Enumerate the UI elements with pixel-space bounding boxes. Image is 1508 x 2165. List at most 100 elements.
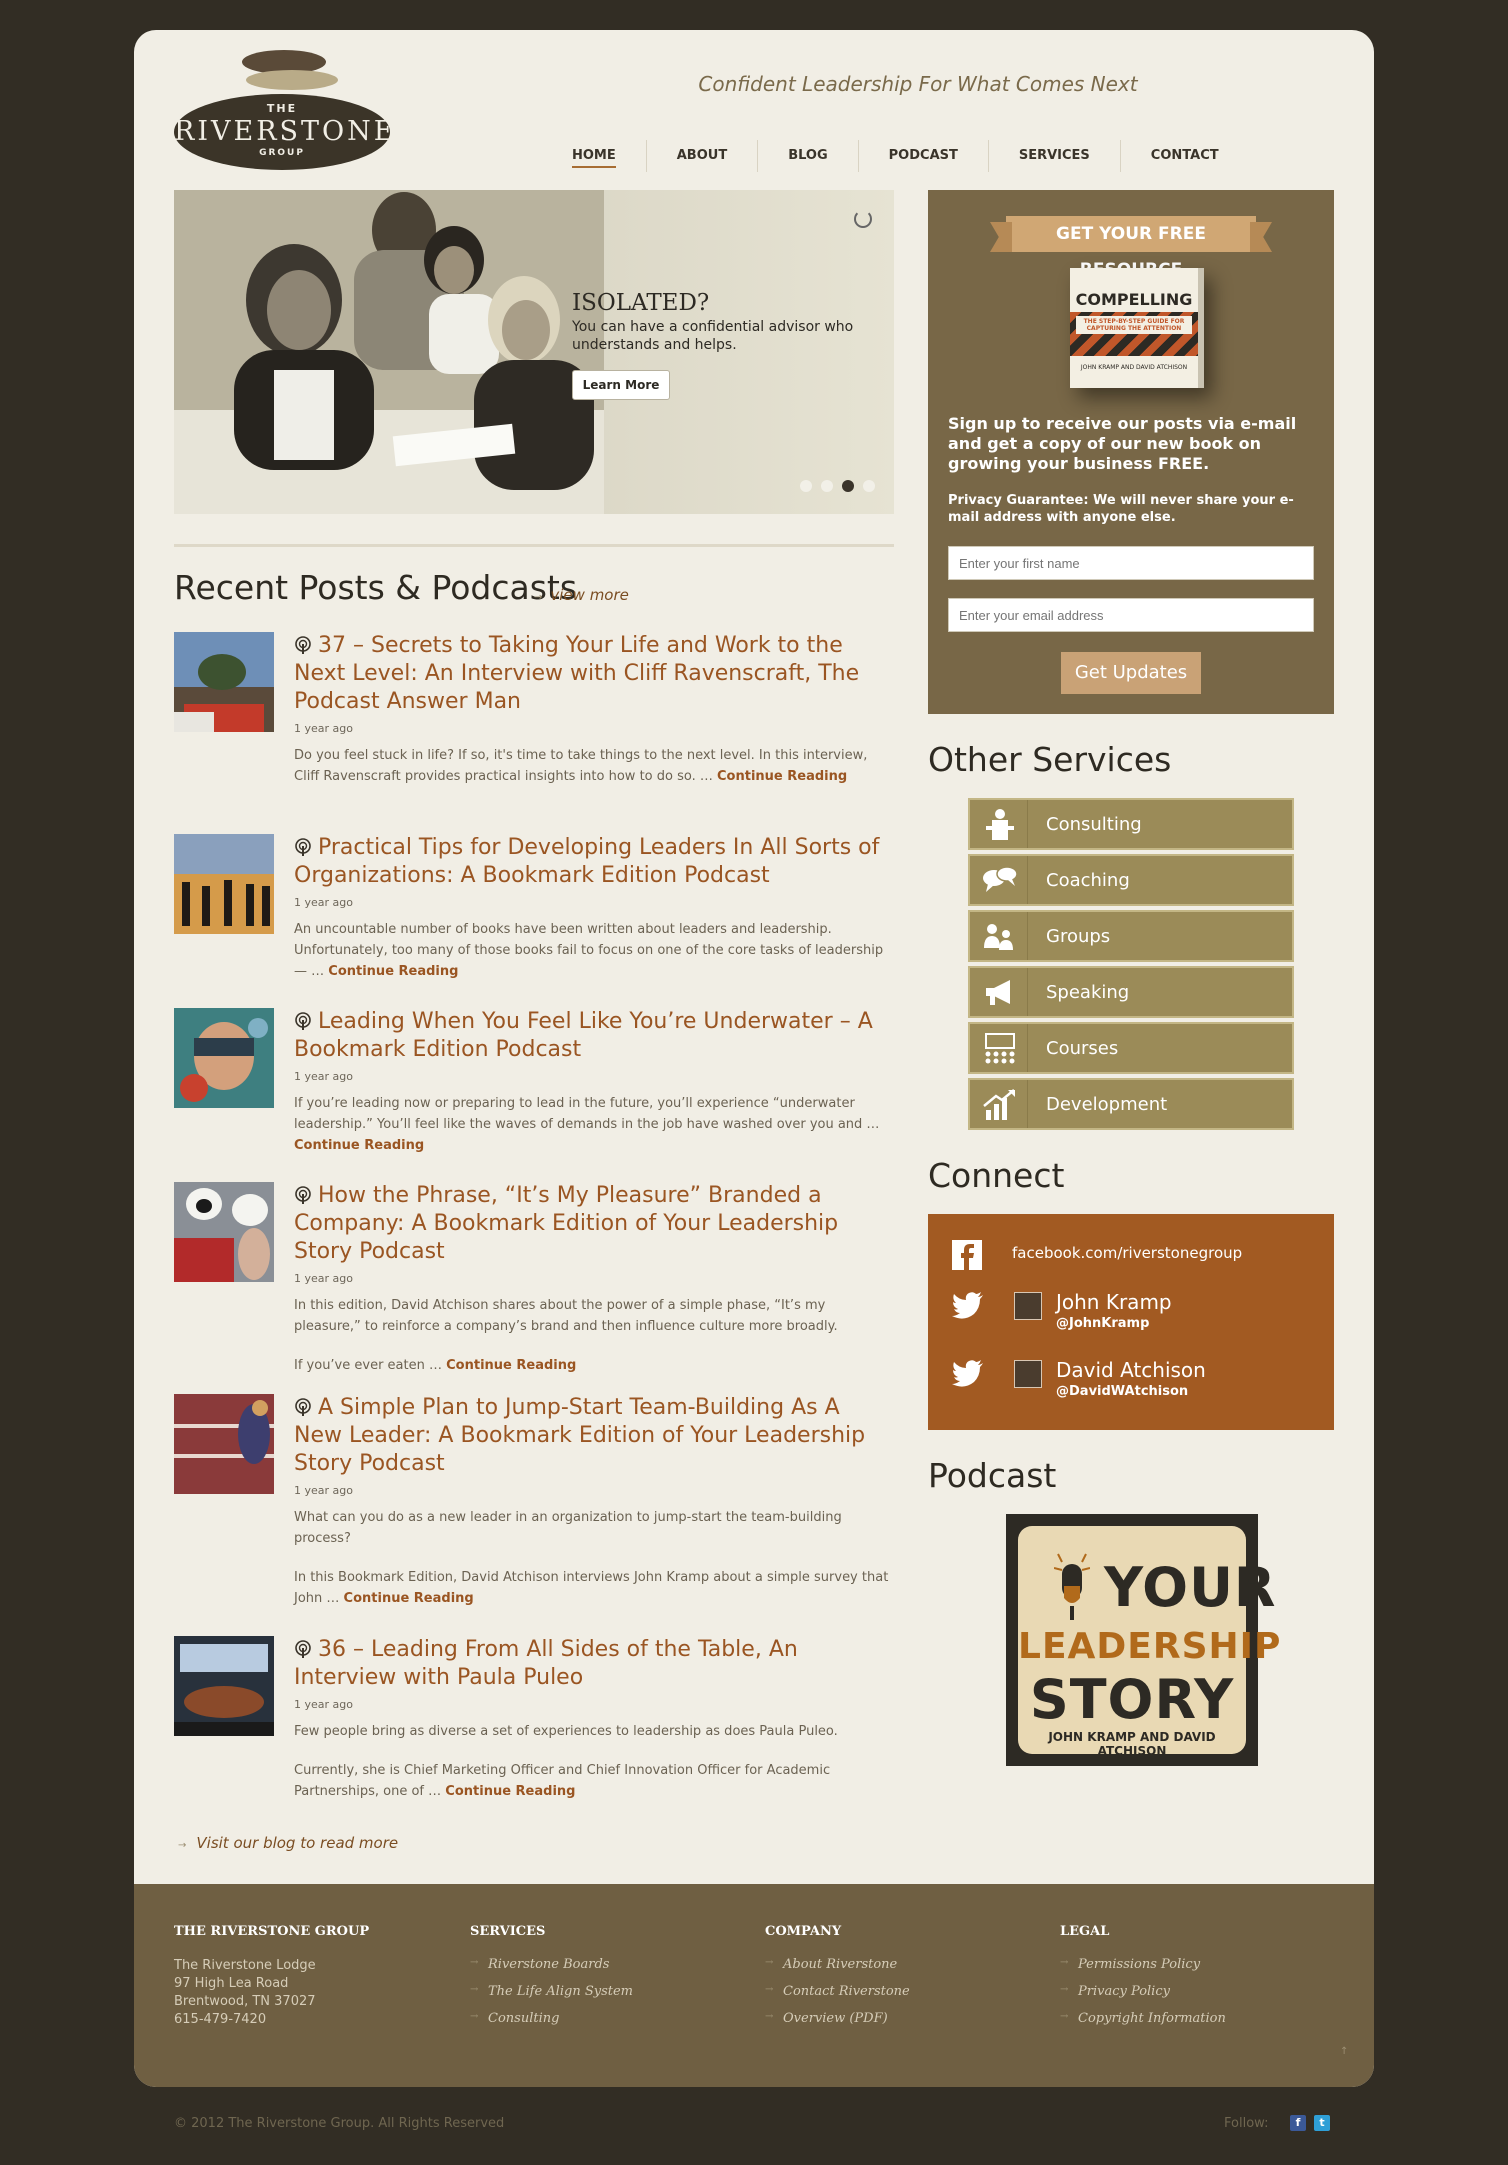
footer-col-company-info: THE RIVERSTONE GROUP The Riverstone Lodg… xyxy=(174,1924,424,2029)
nav-services[interactable]: SERVICES xyxy=(987,140,1120,172)
hero-title: ISOLATED? xyxy=(572,290,710,316)
book-title: COMPELLING xyxy=(1075,290,1193,309)
podcast-cover[interactable]: YOUR LEADERSHIP STORY JOHN KRAMP AND DAV… xyxy=(1006,1514,1280,1766)
facebook-icon[interactable] xyxy=(952,1240,982,1270)
post-excerpt: Do you feel stuck in life? If so, it's t… xyxy=(294,748,868,784)
slider-dot-active[interactable] xyxy=(842,480,854,492)
avatar xyxy=(1014,1292,1042,1320)
post-title[interactable]: 37 – Secrets to Taking Your Life and Wor… xyxy=(294,632,894,716)
riverstone-logo[interactable]: THE RIVERSTONE GROUP xyxy=(174,44,394,170)
service-label: Development xyxy=(1046,1093,1168,1115)
service-label: Courses xyxy=(1046,1037,1119,1059)
growth-chart-icon xyxy=(980,1080,1028,1128)
facebook-icon[interactable]: f xyxy=(1290,2115,1306,2131)
continue-reading-link[interactable]: Continue Reading xyxy=(294,1138,424,1153)
microphone-icon xyxy=(1053,1550,1091,1624)
first-name-field[interactable] xyxy=(948,546,1314,580)
post-thumbnail[interactable] xyxy=(174,1636,274,1736)
footer-link[interactable]: Copyright Information xyxy=(1060,2011,1310,2026)
podcast-title-line1: YOUR xyxy=(1104,1556,1277,1619)
continue-reading-link[interactable]: Continue Reading xyxy=(328,964,458,979)
nav-podcast[interactable]: PODCAST xyxy=(857,140,988,172)
email-field[interactable] xyxy=(948,598,1314,632)
continue-reading-link[interactable]: Continue Reading xyxy=(717,769,847,784)
post-excerpt: If you’re leading now or preparing to le… xyxy=(294,1096,880,1153)
twitter-icon[interactable]: t xyxy=(1314,2115,1330,2131)
view-more-link[interactable]: → view more xyxy=(534,586,629,604)
service-groups[interactable]: Groups xyxy=(968,910,1294,962)
facebook-link[interactable]: facebook.com/riverstonegroup xyxy=(1012,1244,1242,1262)
post-thumbnail[interactable] xyxy=(174,1394,274,1494)
hero-photo xyxy=(174,190,604,514)
twitter-icon[interactable] xyxy=(952,1292,984,1320)
footer-address-line: Brentwood, TN 37027 xyxy=(174,1994,316,2009)
avatar xyxy=(1014,1360,1042,1388)
post-title[interactable]: 36 – Leading From All Sides of the Table… xyxy=(294,1636,894,1692)
twitter-name[interactable]: David Atchison xyxy=(1056,1358,1206,1382)
footer-col-services: SERVICES Riverstone Boards The Life Alig… xyxy=(470,1924,720,2038)
site-footer: THE RIVERSTONE GROUP The Riverstone Lodg… xyxy=(134,1884,1374,2087)
footer-link[interactable]: Overview (PDF) xyxy=(765,2011,1015,2026)
service-development[interactable]: Development xyxy=(968,1078,1294,1130)
free-resource-panel: GET YOUR FREE RESOURCE COMPELLING THE ST… xyxy=(928,190,1334,714)
post-thumbnail[interactable] xyxy=(174,834,274,934)
service-coaching[interactable]: Coaching xyxy=(968,854,1294,906)
footer-heading: LEGAL xyxy=(1060,1924,1110,1939)
continue-reading-link[interactable]: Continue Reading xyxy=(344,1591,474,1606)
continue-reading-link[interactable]: Continue Reading xyxy=(445,1784,575,1799)
footer-link[interactable]: About Riverstone xyxy=(765,1957,1015,1972)
post-title[interactable]: Leading When You Feel Like You’re Underw… xyxy=(294,1008,894,1064)
learn-more-button[interactable]: Learn More xyxy=(572,370,670,400)
main-nav: HOME ABOUT BLOG PODCAST SERVICES CONTACT xyxy=(542,134,1249,178)
continue-reading-link[interactable]: Continue Reading xyxy=(446,1358,576,1373)
get-updates-button[interactable]: Get Updates xyxy=(1061,652,1201,694)
megaphone-icon xyxy=(980,968,1028,1016)
post-thumbnail[interactable] xyxy=(174,1182,274,1282)
post-title[interactable]: A Simple Plan to Jump-Start Team-Buildin… xyxy=(294,1394,894,1478)
twitter-name[interactable]: John Kramp xyxy=(1056,1290,1172,1314)
podcast-title-line3: STORY xyxy=(1029,1668,1235,1731)
divider xyxy=(174,544,894,547)
slider-dot[interactable] xyxy=(821,480,833,492)
footer-link[interactable]: Consulting xyxy=(470,2011,720,2026)
page-container: THE RIVERSTONE GROUP Confident Leadershi… xyxy=(134,30,1374,2087)
post-thumbnail[interactable] xyxy=(174,1008,274,1108)
post-excerpt: Few people bring as diverse a set of exp… xyxy=(294,1724,838,1799)
footer-link[interactable]: Permissions Policy xyxy=(1060,1957,1310,1972)
nav-home[interactable]: HOME xyxy=(542,140,646,172)
slider-dot[interactable] xyxy=(863,480,875,492)
twitter-handle[interactable]: @DavidWAtchison xyxy=(1056,1384,1188,1399)
copyright: © 2012 The Riverstone Group. All Rights … xyxy=(174,2116,505,2131)
post-title[interactable]: How the Phrase, “It’s My Pleasure” Brand… xyxy=(294,1182,894,1266)
post-title[interactable]: Practical Tips for Developing Leaders In… xyxy=(294,834,894,890)
footer-link[interactable]: Privacy Policy xyxy=(1060,1984,1310,1999)
post-date: 1 year ago xyxy=(294,722,353,735)
service-speaking[interactable]: Speaking xyxy=(968,966,1294,1018)
service-label: Coaching xyxy=(1046,869,1130,891)
footer-link[interactable]: Riverstone Boards xyxy=(470,1957,720,1972)
nav-about[interactable]: ABOUT xyxy=(645,140,757,172)
post-thumbnail[interactable] xyxy=(174,632,274,732)
twitter-handle[interactable]: @JohnKramp xyxy=(1056,1316,1149,1331)
back-to-top-icon[interactable]: ↑ xyxy=(1340,2046,1348,2057)
footer-heading: SERVICES xyxy=(470,1924,546,1939)
twitter-icon[interactable] xyxy=(952,1360,984,1388)
service-courses[interactable]: Courses xyxy=(968,1022,1294,1074)
nav-blog[interactable]: BLOG xyxy=(757,140,857,172)
connect-panel: facebook.com/riverstonegroup John Kramp … xyxy=(928,1214,1334,1430)
podcast-icon xyxy=(294,836,312,856)
slider-dot[interactable] xyxy=(800,480,812,492)
visit-blog-link[interactable]: → Visit our blog to read more xyxy=(178,1834,398,1852)
footer-link[interactable]: The Life Align System xyxy=(470,1984,720,1999)
post-date: 1 year ago xyxy=(294,1698,353,1711)
podcast-heading: Podcast xyxy=(928,1456,1057,1495)
connect-heading: Connect xyxy=(928,1156,1065,1195)
podium-icon xyxy=(980,800,1028,848)
footer-link[interactable]: Contact Riverstone xyxy=(765,1984,1015,1999)
footer-address-line: 97 High Lea Road xyxy=(174,1976,289,1991)
service-consulting[interactable]: Consulting xyxy=(968,798,1294,850)
book-authors: JOHN KRAMP AND DAVID ATCHISON xyxy=(1080,364,1188,371)
nav-contact[interactable]: CONTACT xyxy=(1119,140,1249,172)
service-label: Speaking xyxy=(1046,981,1130,1003)
podcast-icon xyxy=(294,1010,312,1030)
